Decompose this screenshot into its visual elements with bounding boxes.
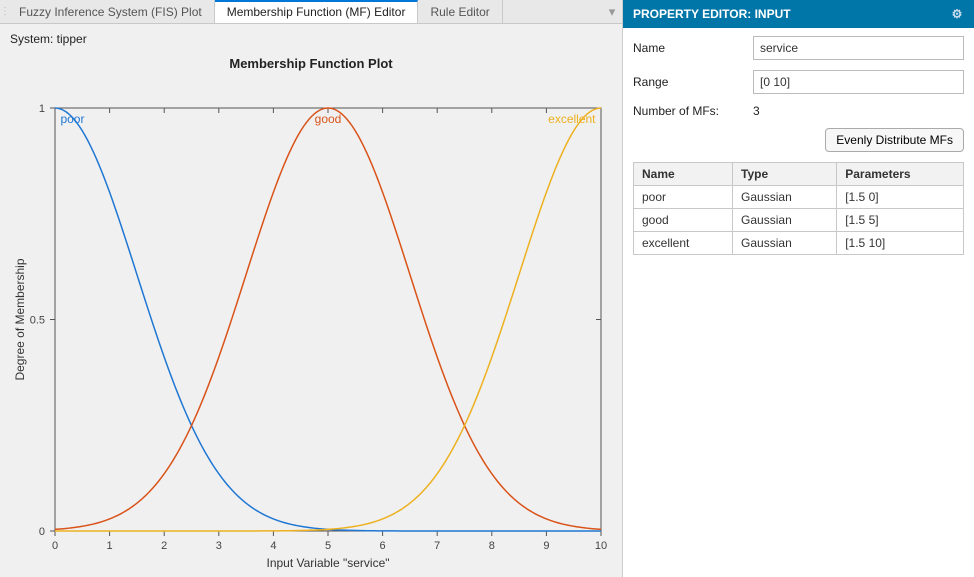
system-label: System: tipper [0, 24, 622, 54]
tabbar: ⋮⋮ Fuzzy Inference System (FIS) Plot Mem… [0, 0, 622, 24]
mf-cell-type: Gaussian [733, 186, 837, 209]
tabbar-overflow-icon[interactable]: ▾ [602, 4, 622, 20]
mf-cell-params: [1.5 10] [837, 232, 964, 255]
mf-cell-params: [1.5 0] [837, 186, 964, 209]
table-row[interactable]: goodGaussian[1.5 5] [634, 209, 964, 232]
mf-cell-type: Gaussian [733, 209, 837, 232]
mf-cell-name: good [634, 209, 733, 232]
svg-text:0: 0 [52, 540, 58, 552]
svg-text:8: 8 [489, 540, 495, 552]
tab-mf-editor[interactable]: Membership Function (MF) Editor [215, 0, 419, 23]
svg-text:excellent: excellent [548, 112, 596, 126]
range-input[interactable] [753, 70, 964, 94]
evenly-distribute-button[interactable]: Evenly Distribute MFs [825, 128, 964, 152]
membership-plot: 0 1 2 3 4 5 6 7 8 9 10 0 0.5 1 Input Variable "service… [10, 77, 613, 574]
name-input[interactable] [753, 36, 964, 60]
table-row[interactable]: excellentGaussian[1.5 10] [634, 232, 964, 255]
tab-fis-plot[interactable]: Fuzzy Inference System (FIS) Plot [7, 0, 215, 23]
plot-title: Membership Function Plot [10, 54, 612, 77]
svg-text:10: 10 [595, 540, 607, 552]
svg-text:poor: poor [60, 112, 84, 126]
svg-text:3: 3 [216, 540, 222, 552]
svg-text:9: 9 [543, 540, 549, 552]
svg-text:Input Variable "service": Input Variable "service" [266, 556, 389, 570]
mf-cell-name: excellent [634, 232, 733, 255]
svg-text:1: 1 [107, 540, 113, 552]
mf-cell-params: [1.5 5] [837, 209, 964, 232]
mf-th-type[interactable]: Type [733, 163, 837, 186]
tab-rule-editor[interactable]: Rule Editor [418, 0, 502, 23]
name-label: Name [633, 41, 753, 55]
property-editor-title: PROPERTY EDITOR: INPUT [633, 7, 791, 21]
mf-cell-name: poor [634, 186, 733, 209]
mf-cell-type: Gaussian [733, 232, 837, 255]
svg-text:0.5: 0.5 [30, 315, 45, 327]
property-editor-settings-icon[interactable]: ⚙ [950, 7, 964, 21]
svg-text:0: 0 [39, 526, 45, 538]
range-label: Range [633, 75, 753, 89]
mf-th-name[interactable]: Name [634, 163, 733, 186]
svg-text:6: 6 [380, 540, 386, 552]
mf-table: Name Type Parameters poorGaussian[1.5 0]… [633, 162, 964, 255]
nmfs-value: 3 [753, 104, 964, 118]
svg-text:5: 5 [325, 540, 331, 552]
drag-handle-icon[interactable]: ⋮⋮ [0, 6, 7, 17]
svg-text:1: 1 [39, 103, 45, 115]
property-editor-header: PROPERTY EDITOR: INPUT ⚙ [623, 0, 974, 28]
svg-text:Degree of Membership: Degree of Membership [13, 258, 27, 380]
nmfs-label: Number of MFs: [633, 104, 753, 118]
svg-text:good: good [315, 112, 342, 126]
svg-text:2: 2 [161, 540, 167, 552]
svg-text:4: 4 [270, 540, 276, 552]
svg-text:7: 7 [434, 540, 440, 552]
mf-th-params[interactable]: Parameters [837, 163, 964, 186]
table-row[interactable]: poorGaussian[1.5 0] [634, 186, 964, 209]
